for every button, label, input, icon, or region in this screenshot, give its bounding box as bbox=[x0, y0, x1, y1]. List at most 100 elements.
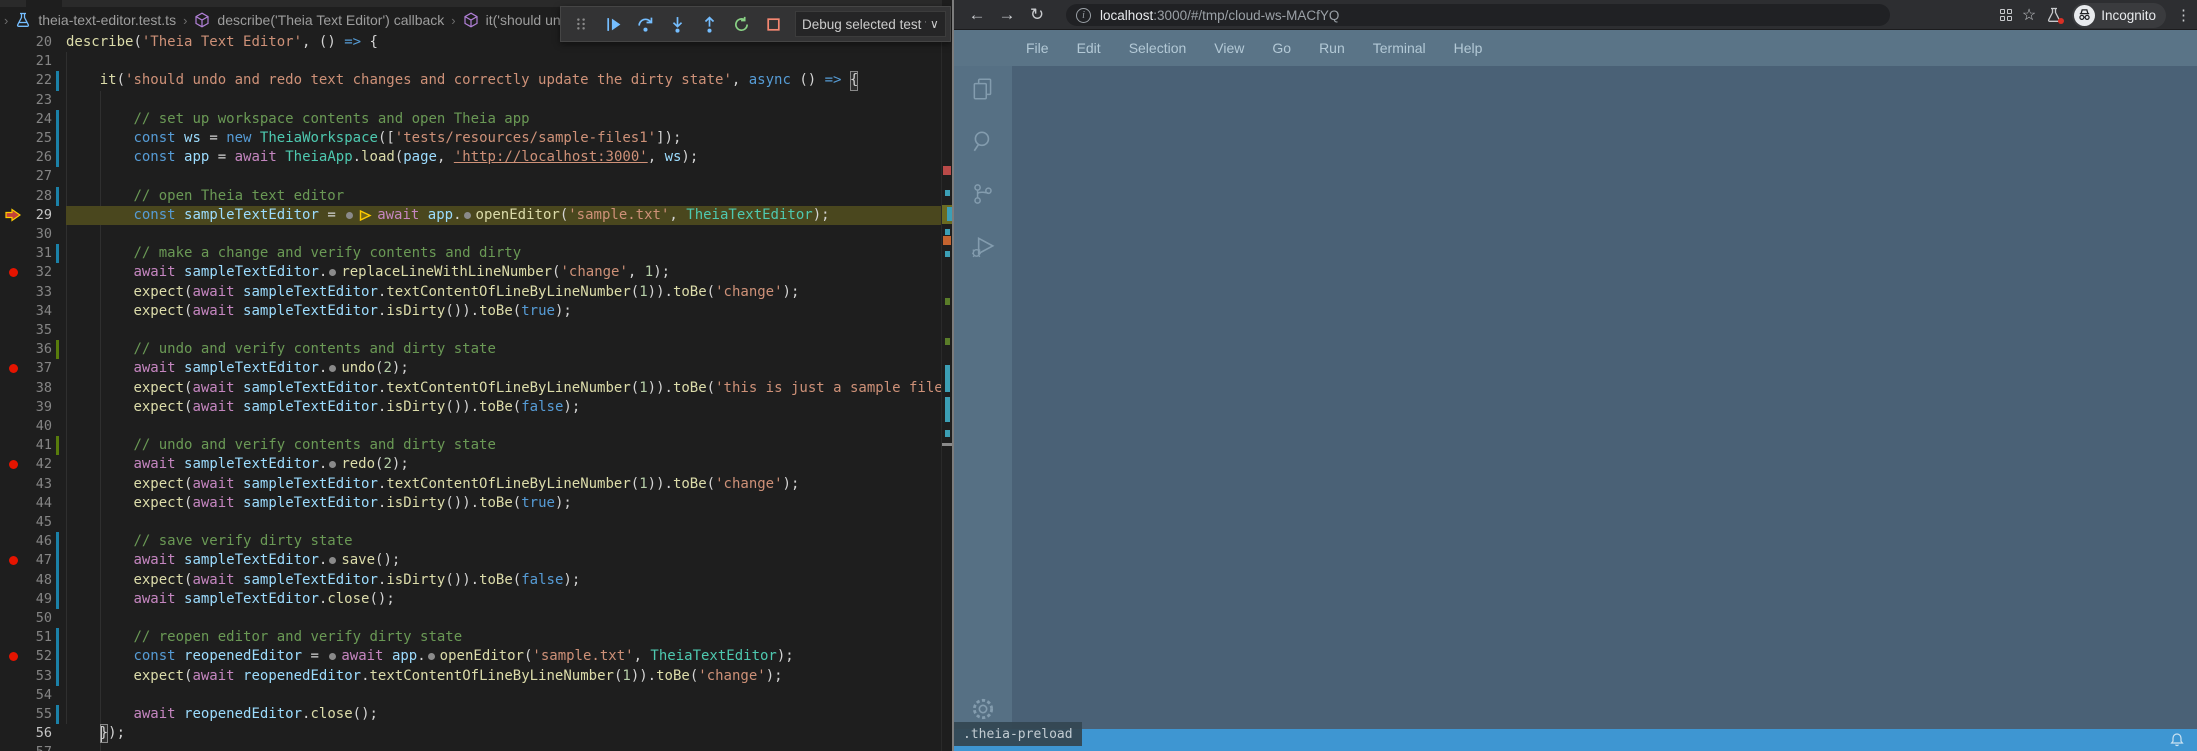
breakpoint-margin[interactable] bbox=[0, 417, 26, 436]
restart-icon[interactable] bbox=[728, 11, 754, 37]
menu-item-edit[interactable]: Edit bbox=[1063, 40, 1115, 56]
breakpoint-margin[interactable] bbox=[0, 359, 26, 378]
breakpoint-margin[interactable] bbox=[0, 609, 26, 628]
breakpoint-margin[interactable] bbox=[0, 590, 26, 609]
breakpoint-margin[interactable] bbox=[0, 628, 26, 647]
breakpoint-margin[interactable] bbox=[0, 206, 26, 225]
site-info-icon[interactable]: i bbox=[1076, 8, 1091, 23]
breakpoint-margin[interactable] bbox=[0, 33, 26, 52]
breakpoint-margin[interactable] bbox=[0, 705, 26, 724]
breakpoint-margin[interactable] bbox=[0, 551, 26, 570]
inline-breakpoint-dot[interactable] bbox=[428, 653, 435, 660]
code-line[interactable]: 32 await sampleTextEditor.replaceLineWit… bbox=[0, 263, 941, 282]
inline-breakpoint-dot[interactable] bbox=[329, 269, 336, 276]
breakpoint-margin[interactable] bbox=[0, 187, 26, 206]
breakpoint-margin[interactable] bbox=[0, 71, 26, 90]
code-line[interactable]: 38 expect(await sampleTextEditor.textCon… bbox=[0, 379, 941, 398]
code-line[interactable]: 36 // undo and verify contents and dirty… bbox=[0, 340, 941, 359]
breakpoint-margin[interactable] bbox=[0, 475, 26, 494]
inline-breakpoint-dot[interactable] bbox=[346, 212, 353, 219]
bell-icon[interactable] bbox=[2169, 732, 2185, 748]
breakpoint-icon[interactable] bbox=[9, 652, 18, 661]
breakpoint-margin[interactable] bbox=[0, 302, 26, 321]
code-line[interactable]: 45 bbox=[0, 513, 941, 532]
inline-breakpoint-dot[interactable] bbox=[329, 653, 336, 660]
code-line[interactable]: 41 // undo and verify contents and dirty… bbox=[0, 436, 941, 455]
breakpoint-margin[interactable] bbox=[0, 724, 26, 743]
code-line[interactable]: 51 // reopen editor and verify dirty sta… bbox=[0, 628, 941, 647]
source-control-icon[interactable] bbox=[970, 181, 996, 207]
breadcrumb-symbol-describe[interactable]: describe('Theia Text Editor') callback bbox=[217, 12, 444, 28]
code-line[interactable]: 25 const ws = new TheiaWorkspace(['tests… bbox=[0, 129, 941, 148]
inline-breakpoint-dot[interactable] bbox=[329, 461, 336, 468]
code-line[interactable]: 54 bbox=[0, 686, 941, 705]
breadcrumb-file[interactable]: theia-text-editor.test.ts bbox=[38, 12, 176, 28]
breakpoint-margin[interactable] bbox=[0, 513, 26, 532]
breakpoint-margin[interactable] bbox=[0, 167, 26, 186]
code-line[interactable]: 44 expect(await sampleTextEditor.isDirty… bbox=[0, 494, 941, 513]
breakpoint-margin[interactable] bbox=[0, 647, 26, 666]
code-line[interactable]: 37 await sampleTextEditor.undo(2); bbox=[0, 359, 941, 378]
code-line[interactable]: 47 await sampleTextEditor.save(); bbox=[0, 551, 941, 570]
breakpoint-margin[interactable] bbox=[0, 52, 26, 71]
breakpoint-margin[interactable] bbox=[0, 321, 26, 340]
code-line[interactable]: 21 bbox=[0, 52, 941, 71]
code-line[interactable]: 39 expect(await sampleTextEditor.isDirty… bbox=[0, 398, 941, 417]
breakpoint-margin[interactable] bbox=[0, 225, 26, 244]
code-line[interactable]: 24 // set up workspace contents and open… bbox=[0, 110, 941, 129]
breakpoint-icon[interactable] bbox=[9, 364, 18, 373]
bookmark-star-icon[interactable]: ☆ bbox=[2022, 5, 2036, 25]
breakpoint-margin[interactable] bbox=[0, 244, 26, 263]
code-line[interactable]: 43 expect(await sampleTextEditor.textCon… bbox=[0, 475, 941, 494]
menu-item-terminal[interactable]: Terminal bbox=[1359, 40, 1440, 56]
code-line[interactable]: 33 expect(await sampleTextEditor.textCon… bbox=[0, 283, 941, 302]
menu-item-help[interactable]: Help bbox=[1440, 40, 1497, 56]
inline-breakpoint-dot[interactable] bbox=[464, 212, 471, 219]
menu-item-go[interactable]: Go bbox=[1258, 40, 1305, 56]
step-out-icon[interactable] bbox=[696, 11, 722, 37]
breakpoint-margin[interactable] bbox=[0, 110, 26, 129]
menu-item-file[interactable]: File bbox=[1012, 40, 1063, 56]
breakpoint-margin[interactable] bbox=[0, 91, 26, 110]
breakpoint-margin[interactable] bbox=[0, 494, 26, 513]
menu-item-view[interactable]: View bbox=[1200, 40, 1258, 56]
code-line[interactable]: 48 expect(await sampleTextEditor.isDirty… bbox=[0, 571, 941, 590]
breakpoint-margin[interactable] bbox=[0, 532, 26, 551]
debug-config-dropdown[interactable]: Debug selected test file ∨ bbox=[795, 11, 946, 37]
breakpoint-margin[interactable] bbox=[0, 667, 26, 686]
breakpoint-margin[interactable] bbox=[0, 571, 26, 590]
breakpoint-margin[interactable] bbox=[0, 436, 26, 455]
drag-grip-icon[interactable] bbox=[568, 11, 594, 37]
incognito-badge[interactable]: Incognito bbox=[2072, 3, 2166, 28]
code-line[interactable]: 55 await reopenedEditor.close(); bbox=[0, 705, 941, 724]
breakpoint-margin[interactable] bbox=[0, 686, 26, 705]
breakpoint-icon[interactable] bbox=[9, 556, 18, 565]
code-line[interactable]: 42 await sampleTextEditor.redo(2); bbox=[0, 455, 941, 474]
breakpoint-margin[interactable] bbox=[0, 283, 26, 302]
code-line[interactable]: 52 const reopenedEditor = await app.open… bbox=[0, 647, 941, 666]
breakpoint-margin[interactable] bbox=[0, 263, 26, 282]
search-icon[interactable] bbox=[970, 128, 996, 154]
code-line[interactable]: 46 // save verify dirty state bbox=[0, 532, 941, 551]
breakpoint-icon[interactable] bbox=[9, 460, 18, 469]
code-line[interactable]: 22 it('should undo and redo text changes… bbox=[0, 71, 941, 90]
code-line[interactable]: 28 // open Theia text editor bbox=[0, 187, 941, 206]
code-line[interactable]: 31 // make a change and verify contents … bbox=[0, 244, 941, 263]
code-line[interactable]: 40 bbox=[0, 417, 941, 436]
code-line[interactable]: 29 const sampleTextEditor = await app.op… bbox=[0, 206, 941, 225]
breakpoint-margin[interactable] bbox=[0, 340, 26, 359]
forward-icon[interactable]: → bbox=[992, 5, 1022, 25]
inline-breakpoint-dot[interactable] bbox=[329, 557, 336, 564]
menu-item-run[interactable]: Run bbox=[1305, 40, 1359, 56]
menu-item-selection[interactable]: Selection bbox=[1115, 40, 1201, 56]
step-over-icon[interactable] bbox=[632, 11, 658, 37]
continue-icon[interactable] bbox=[600, 11, 626, 37]
menu-dots-icon[interactable]: ⋮ bbox=[2176, 6, 2191, 24]
code-line[interactable]: 57 bbox=[0, 743, 941, 751]
step-into-icon[interactable] bbox=[664, 11, 690, 37]
code-line[interactable]: 30 bbox=[0, 225, 941, 244]
code-line[interactable]: 49 await sampleTextEditor.close(); bbox=[0, 590, 941, 609]
explorer-icon[interactable] bbox=[970, 76, 996, 102]
breakpoint-margin[interactable] bbox=[0, 379, 26, 398]
code-line[interactable]: 35 bbox=[0, 321, 941, 340]
